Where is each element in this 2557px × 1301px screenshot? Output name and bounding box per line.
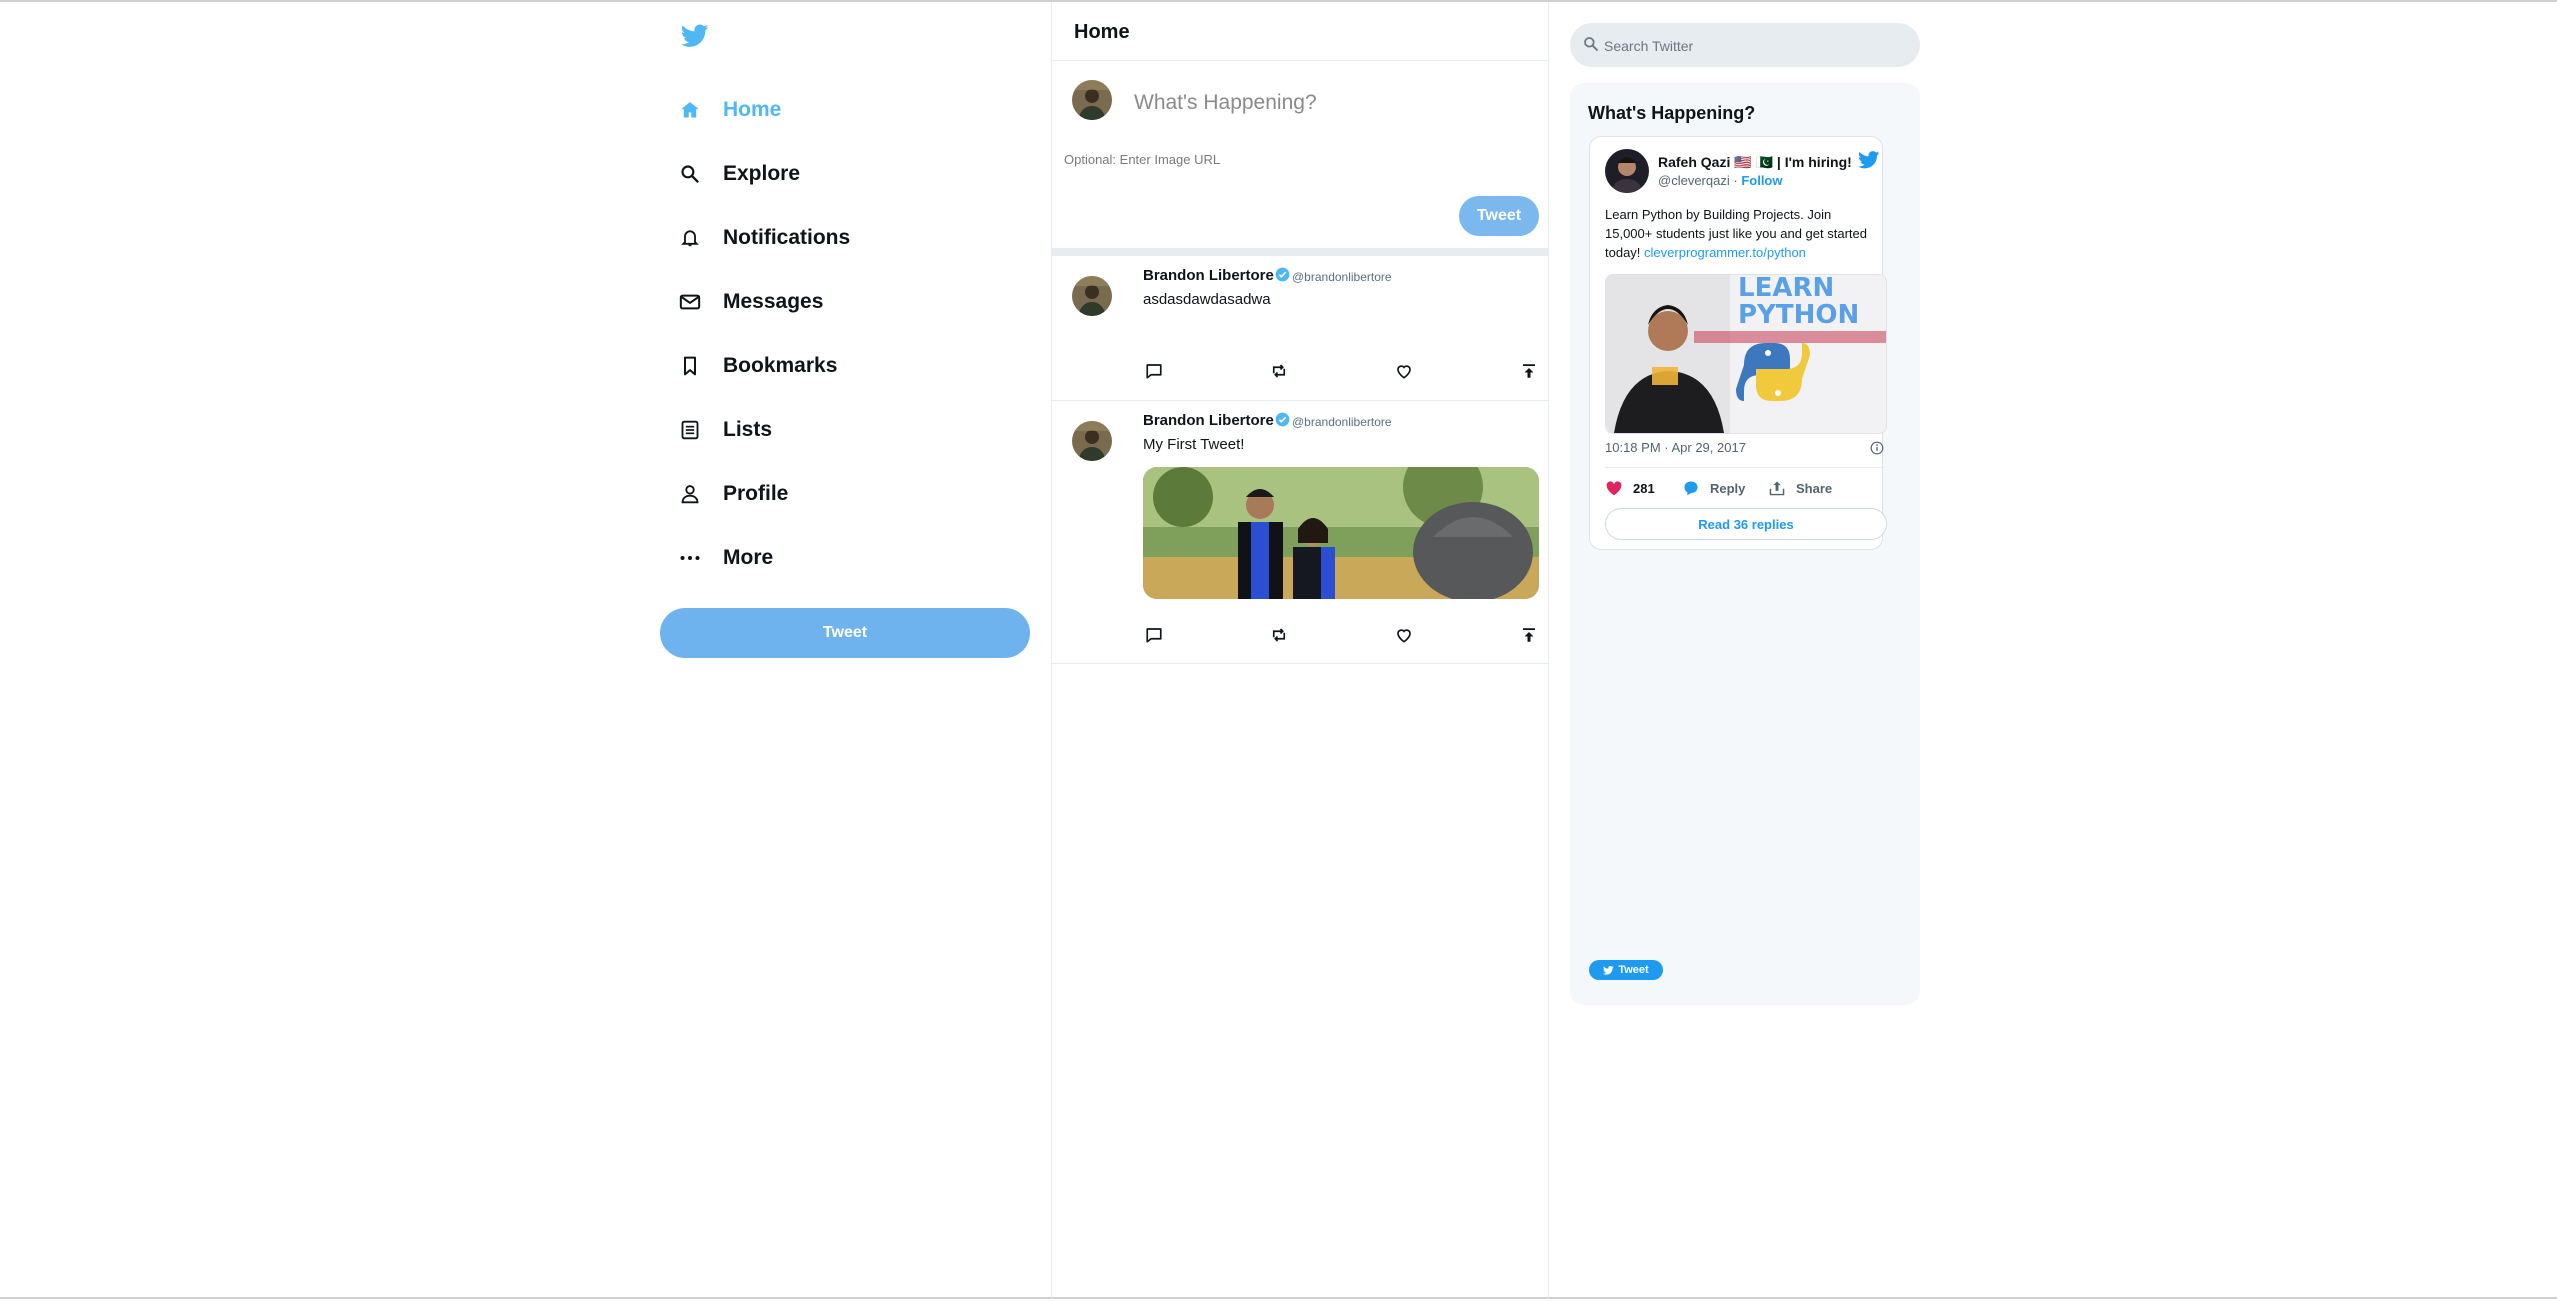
sidebar-item-profile[interactable]: Profile <box>679 474 788 514</box>
bookmark-icon <box>679 355 701 377</box>
share-tweet-label: Tweet <box>1618 964 1649 976</box>
reply-icon[interactable] <box>1143 360 1165 382</box>
sidebar-tweet-button[interactable]: Tweet <box>660 608 1030 658</box>
reply-icon[interactable] <box>1143 624 1165 646</box>
sidebar-item-label: Notifications <box>723 226 851 249</box>
reply-action[interactable]: Reply <box>1682 480 1745 496</box>
avatar[interactable] <box>1072 80 1112 120</box>
embed-image-caption: LEARN PYTHON <box>1738 275 1859 329</box>
post-actions <box>1143 624 1535 646</box>
info-icon[interactable] <box>1870 441 1884 455</box>
retweet-icon[interactable] <box>1268 624 1290 646</box>
embed-image[interactable]: LEARN PYTHON <box>1605 274 1887 434</box>
post-author-name[interactable]: Brandon Libertore <box>1143 412 1274 429</box>
embed-handle-line: @cleverqazi · Follow <box>1658 173 1783 188</box>
divider <box>1052 248 1548 256</box>
heart-icon <box>1606 481 1622 496</box>
twitter-bird-icon[interactable] <box>681 24 709 48</box>
post-text: My First Tweet! <box>1143 436 1245 453</box>
sidebar-item-label: Profile <box>723 482 789 505</box>
search-box[interactable] <box>1570 23 1920 67</box>
image-text-line: LEARN <box>1738 274 1835 303</box>
sidebar-item-notifications[interactable]: Notifications <box>679 218 850 258</box>
read-replies-button[interactable]: Read 36 replies <box>1605 508 1887 540</box>
sidebar-item-more[interactable]: More <box>679 538 773 578</box>
sidebar-item-messages[interactable]: Messages <box>679 282 823 322</box>
post: Brandon Libertore @brandonlibertore My F… <box>1052 401 1548 664</box>
follow-link[interactable]: Follow <box>1741 173 1782 188</box>
sidebar-item-label: Bookmarks <box>723 354 838 377</box>
like-icon[interactable] <box>1393 624 1415 646</box>
compose-tweet-button[interactable]: Tweet <box>1459 196 1539 236</box>
publish-icon[interactable] <box>1518 624 1540 646</box>
embedded-tweet[interactable]: Rafeh Qazi 🇺🇸 🇵🇰 | I'm hiring! @cleverqa… <box>1589 136 1887 550</box>
feed-header: Home <box>1052 2 1548 61</box>
sidebar-item-bookmarks[interactable]: Bookmarks <box>679 346 837 386</box>
reply-label: Reply <box>1710 480 1746 496</box>
like-icon[interactable] <box>1393 360 1415 382</box>
compose-tweet-input[interactable] <box>1132 84 1526 122</box>
bell-icon <box>679 227 701 249</box>
post: Brandon Libertore @brandonlibertore asda… <box>1052 256 1548 401</box>
twitter-bird-icon <box>1603 965 1615 975</box>
embed-timestamp[interactable]: 10:18 PM · Apr 29, 2017 <box>1605 440 1746 455</box>
more-icon <box>679 547 701 569</box>
like-count: 281 <box>1633 480 1655 496</box>
person-icon <box>679 483 701 505</box>
share-tweet-button[interactable]: Tweet <box>1589 960 1663 980</box>
image-text-line: PYTHON <box>1738 300 1860 330</box>
retweet-icon[interactable] <box>1268 360 1290 382</box>
search-icon <box>1583 36 1599 52</box>
widget-title: What's Happening? <box>1588 103 1756 123</box>
sidebar-item-label: Messages <box>723 290 824 313</box>
post-text: asdasdawdasadwa <box>1143 291 1271 308</box>
page-title: Home <box>1074 21 1130 43</box>
embed-author-name[interactable]: Rafeh Qazi 🇺🇸 🇵🇰 | I'm hiring! <box>1658 154 1852 171</box>
search-icon <box>679 163 701 185</box>
widgets-panel: What's Happening? Rafeh Qazi 🇺🇸 🇵🇰 | I'm… <box>1570 83 1920 1005</box>
image-url-input[interactable] <box>1062 148 1366 170</box>
sidebar-item-label: Lists <box>723 418 773 441</box>
post-image[interactable] <box>1143 467 1539 599</box>
divider <box>1605 467 1885 468</box>
feed: Home Tweet Brandon Libertore @brandonlib… <box>1051 2 1549 1299</box>
post-author-name[interactable]: Brandon Libertore <box>1143 267 1274 284</box>
sidebar-item-lists[interactable]: Lists <box>679 410 772 450</box>
sidebar-item-label: Explore <box>723 162 801 185</box>
sidebar-item-home[interactable]: Home <box>679 90 781 130</box>
home-icon <box>679 99 701 121</box>
avatar[interactable] <box>1072 276 1112 316</box>
twitter-bird-icon[interactable] <box>1858 151 1880 169</box>
mail-icon <box>679 291 701 313</box>
verified-badge-icon <box>1275 412 1290 427</box>
avatar[interactable] <box>1072 421 1112 461</box>
separator-dot: · <box>1733 173 1738 188</box>
sidebar-item-label: Home <box>723 98 782 121</box>
post-handle: @brandonlibertore <box>1292 415 1392 429</box>
post-actions <box>1143 360 1535 382</box>
sidebar-item-explore[interactable]: Explore <box>679 154 800 194</box>
sidebar-item-label: More <box>723 546 774 569</box>
share-action[interactable]: Share <box>1768 480 1832 496</box>
publish-icon[interactable] <box>1518 360 1540 382</box>
embed-handle: @cleverqazi <box>1658 173 1730 188</box>
share-label: Share <box>1796 480 1833 496</box>
like-stat[interactable]: 281 <box>1605 480 1655 496</box>
list-icon <box>679 419 701 441</box>
embed-text: Learn Python by Building Projects. Join … <box>1605 205 1875 262</box>
post-handle: @brandonlibertore <box>1292 270 1392 284</box>
reply-bubble-icon <box>1684 481 1698 496</box>
sidebar: Home Explore Notifications Messages Book… <box>655 2 1055 1301</box>
verified-badge-icon <box>1275 267 1290 282</box>
share-icon <box>1769 481 1785 496</box>
avatar[interactable] <box>1605 149 1649 193</box>
embed-link[interactable]: cleverprogrammer.to/python <box>1644 245 1806 260</box>
search-input[interactable] <box>1602 34 1906 58</box>
